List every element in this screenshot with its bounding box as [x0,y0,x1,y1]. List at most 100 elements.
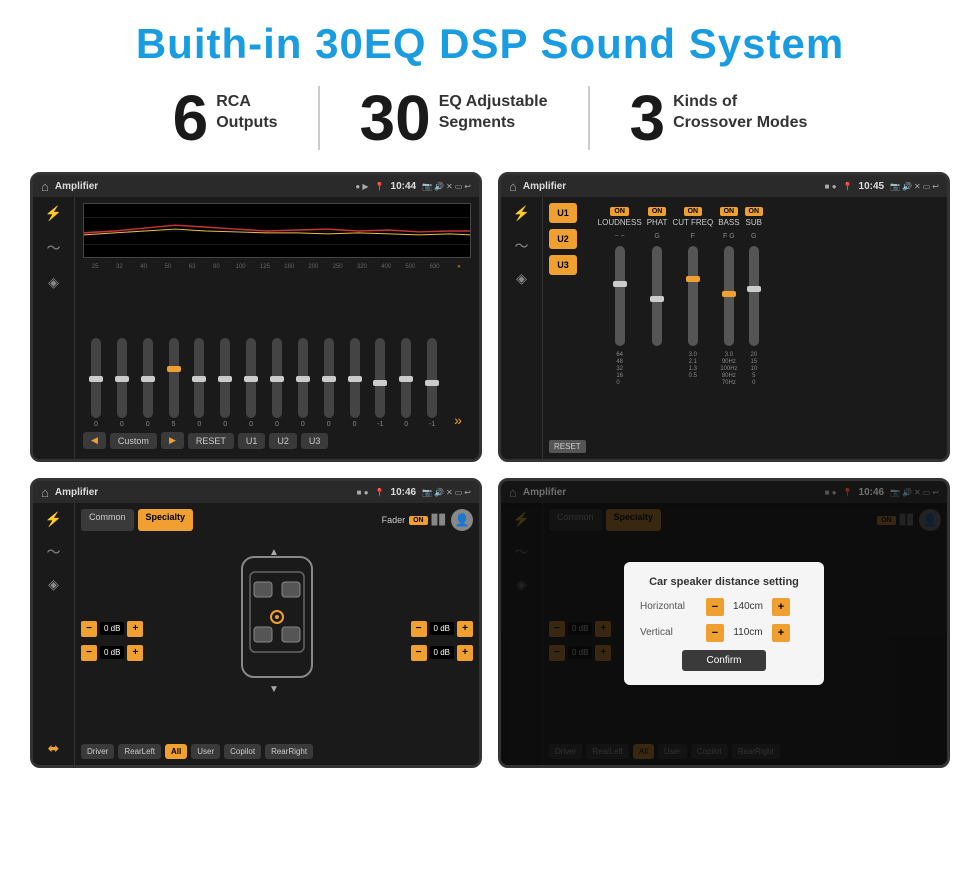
volume-icon-1: 🔊 [434,182,444,191]
horizontal-minus-btn[interactable]: − [706,598,724,616]
amp2-wave-icon[interactable]: 〜 [515,236,529,256]
back-icon-3[interactable]: ↩ [464,488,471,497]
preset-u2[interactable]: U2 [549,229,577,249]
status-bar-1: ⌂ Amplifier ● ▶ 📍 10:44 📷 🔊 ✕ ▭ ↩ [33,175,479,197]
time-2: 10:45 [859,181,885,192]
eq-slider-6[interactable]: 0 [214,338,236,428]
vol-rl-minus[interactable]: − [81,645,97,661]
eq-u3-btn[interactable]: U3 [301,433,329,449]
eq-slider-2[interactable]: 0 [111,338,133,428]
eq-custom-btn[interactable]: Custom [110,433,157,449]
btn-driver[interactable]: Driver [81,744,114,759]
amp-screenshot: ⌂ Amplifier ■ ● 📍 10:45 📷 🔊 ✕ ▭ ↩ ⚡ 〜 ◈ [498,172,950,462]
stat-crossover-number: 3 [630,86,666,150]
btn-copilot[interactable]: Copilot [224,744,261,759]
btn-rearleft[interactable]: RearLeft [118,744,161,759]
vol-rr-plus[interactable]: + [457,645,473,661]
bass-slider[interactable] [724,246,734,346]
tab-common[interactable]: Common [81,509,134,531]
loudness-slider[interactable] [615,246,625,346]
cutfreq-slider[interactable] [688,246,698,346]
fader-on-badge[interactable]: ON [409,516,428,525]
eq-slider-8[interactable]: 0 [266,338,288,428]
home-icon-3[interactable]: ⌂ [41,485,49,500]
eq-slider-13[interactable]: 0 [395,338,417,428]
eq-slider-3[interactable]: 0 [137,338,159,428]
vertical-label: Vertical [640,627,700,638]
dot-icon-3: ■ ● [357,488,369,497]
eq-slider-12[interactable]: -1 [369,338,391,428]
btn-rearright[interactable]: RearRight [265,744,313,759]
fader-speaker-icon[interactable]: ◈ [48,576,59,593]
vertical-minus-btn[interactable]: − [706,624,724,642]
eq-graph [83,203,471,258]
home-icon-2[interactable]: ⌂ [509,179,517,194]
eq-u1-btn[interactable]: U1 [238,433,266,449]
eq-val-8: 0 [275,421,279,428]
status-icons-3: 📷 🔊 ✕ ▭ ↩ [422,488,471,497]
eq-slider-7[interactable]: 0 [240,338,262,428]
eq-filter-icon[interactable]: ⚡ [45,205,62,222]
horizontal-stepper: − 140cm + [706,598,790,616]
amp2-speaker-icon[interactable]: ◈ [516,270,527,287]
horizontal-row: Horizontal − 140cm + [640,598,808,616]
btn-all[interactable]: All [165,744,187,759]
preset-u1[interactable]: U1 [549,203,577,223]
eq-slider-10[interactable]: 0 [318,338,340,428]
car-diagram-area: ▲ ▼ ◄ ► [151,537,402,744]
dialog-overlay: Car speaker distance setting Horizontal … [501,481,947,765]
eq-reset-btn[interactable]: RESET [188,433,234,449]
fader-wave-icon[interactable]: 〜 [47,542,61,562]
dialog-title: Car speaker distance setting [640,576,808,588]
back-icon-1[interactable]: ↩ [464,182,471,191]
fader-arrows-icon[interactable]: ⬌ [48,740,60,757]
fader-dialog-screenshot: ⌂ Amplifier ■ ● 📍 10:46 📷 🔊 ✕ ▭ ↩ ⚡ 〜 [498,478,950,768]
close-icon-1: ✕ [446,182,453,191]
tab-specialty[interactable]: Specialty [138,509,194,531]
eq-slider-11[interactable]: 0 [344,338,366,428]
fader-filter-icon[interactable]: ⚡ [45,511,62,528]
vertical-plus-btn[interactable]: + [772,624,790,642]
vol-fr-plus[interactable]: + [457,621,473,637]
bass-on[interactable]: ON [720,207,739,216]
preset-u3[interactable]: U3 [549,255,577,275]
sub-slider[interactable] [749,246,759,346]
time-3: 10:46 [391,487,417,498]
eq-val-6: 0 [223,421,227,428]
eq-slider-5[interactable]: 0 [188,338,210,428]
eq-slider-1[interactable]: 0 [85,338,107,428]
camera-icon-1: 📷 [422,182,432,191]
eq-prev-btn[interactable]: ◀ [83,432,106,449]
eq-slider-4[interactable]: 5 [163,338,185,428]
vol-fr-minus[interactable]: − [411,621,427,637]
vol-fl-minus[interactable]: − [81,621,97,637]
channel-bass: ON BASS F G 3.0 90Hz 100Hz [718,207,739,386]
cutfreq-on[interactable]: ON [684,207,703,216]
loudness-label: LOUDNESS [598,218,642,227]
vol-rl-plus[interactable]: + [127,645,143,661]
phat-slider[interactable] [652,246,662,346]
amp2-reset-btn[interactable]: RESET [549,440,586,453]
dialog-confirm-button[interactable]: Confirm [682,650,765,671]
vol-rr-minus[interactable]: − [411,645,427,661]
eq-slider-14[interactable]: -1 [421,338,443,428]
eq-val-10: 0 [327,421,331,428]
btn-user[interactable]: User [191,744,220,759]
eq-wave-icon[interactable]: 〜 [47,238,61,258]
back-icon-2[interactable]: ↩ [932,182,939,191]
person-icon[interactable]: 👤 [451,509,473,531]
channel-cutfreq: ON CUT FREQ F 3.0 2.1 1.3 [672,207,713,379]
eq-speaker-icon[interactable]: ◈ [48,274,59,291]
sub-on[interactable]: ON [745,207,764,216]
home-icon-1[interactable]: ⌂ [41,179,49,194]
loudness-on[interactable]: ON [610,207,629,216]
vol-fl-plus[interactable]: + [127,621,143,637]
rect-icon-2: ▭ [923,182,931,191]
eq-slider-9[interactable]: 0 [292,338,314,428]
eq-next-btn[interactable]: ▶ [161,432,184,449]
phat-on[interactable]: ON [648,207,667,216]
amp2-filter-icon[interactable]: ⚡ [513,205,530,222]
stat-eq: 30 EQ AdjustableSegments [320,86,590,150]
eq-u2-btn[interactable]: U2 [269,433,297,449]
horizontal-plus-btn[interactable]: + [772,598,790,616]
